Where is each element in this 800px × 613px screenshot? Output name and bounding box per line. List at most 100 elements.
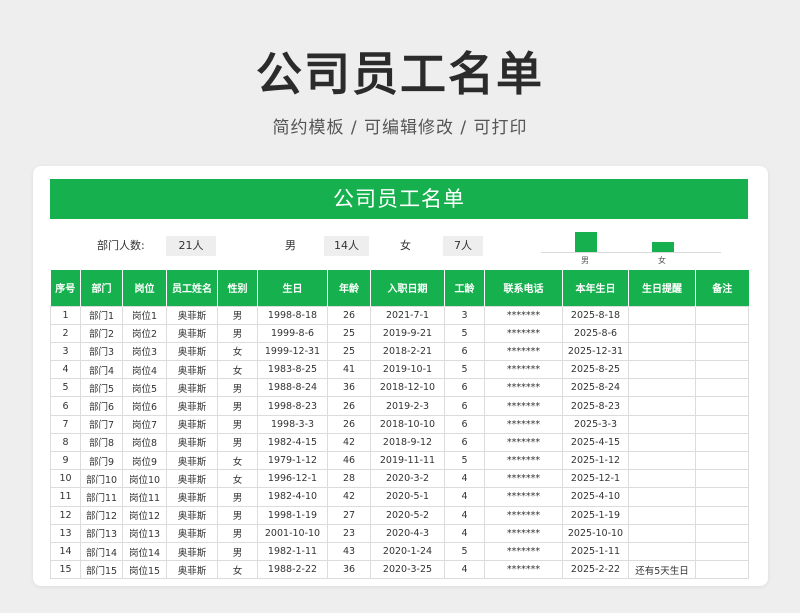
table-cell[interactable]: 部门4 (80, 360, 123, 380)
table-cell[interactable]: 3 (444, 305, 485, 325)
table-cell[interactable]: 26 (327, 305, 371, 325)
table-cell[interactable]: 还有5天生日 (628, 560, 696, 580)
table-cell[interactable]: 部门15 (80, 560, 123, 580)
table-cell[interactable]: 5 (444, 360, 485, 380)
table-cell[interactable] (695, 378, 749, 398)
table-cell[interactable]: 奥菲斯 (166, 305, 218, 325)
table-cell[interactable]: 8 (50, 432, 81, 453)
table-cell[interactable]: 男 (217, 305, 258, 325)
table-cell[interactable]: 部门8 (80, 432, 123, 453)
table-cell[interactable]: 26 (327, 414, 371, 434)
table-cell[interactable]: 男 (217, 505, 258, 525)
table-cell[interactable]: 部门13 (80, 523, 123, 543)
sheet-banner[interactable]: 公司员工名单 (50, 179, 748, 219)
table-cell[interactable] (628, 323, 696, 343)
table-cell[interactable]: 1996-12-1 (257, 469, 328, 489)
table-cell[interactable]: 岗位3 (122, 341, 167, 362)
table-cell[interactable]: 岗位15 (122, 560, 167, 580)
table-cell[interactable]: 奥菲斯 (166, 323, 218, 343)
table-cell[interactable]: 6 (50, 396, 81, 416)
table-cell[interactable]: 女 (217, 560, 258, 580)
table-cell[interactable]: 6 (444, 396, 485, 416)
column-header[interactable]: 本年生日 (562, 270, 629, 306)
table-cell[interactable]: ******* (484, 469, 563, 489)
column-header[interactable]: 工龄 (444, 270, 485, 306)
table-cell[interactable]: 男 (217, 323, 258, 343)
table-cell[interactable]: 奥菲斯 (166, 432, 218, 453)
table-cell[interactable]: 奥菲斯 (166, 523, 218, 543)
table-cell[interactable]: 25 (327, 323, 371, 343)
table-cell[interactable]: 2018-12-10 (370, 378, 445, 398)
table-cell[interactable]: 岗位11 (122, 487, 167, 507)
table-cell[interactable]: ******* (484, 341, 563, 362)
table-cell[interactable]: ******* (484, 560, 563, 580)
table-cell[interactable] (628, 450, 696, 471)
table-cell[interactable]: 5 (50, 378, 81, 398)
table-cell[interactable]: 女 (217, 469, 258, 489)
table-cell[interactable]: 42 (327, 432, 371, 453)
table-cell[interactable]: 部门9 (80, 450, 123, 471)
column-header[interactable]: 生日提醒 (628, 270, 696, 306)
table-cell[interactable]: 1998-8-18 (257, 305, 328, 325)
table-cell[interactable]: ******* (484, 360, 563, 380)
table-cell[interactable]: ******* (484, 414, 563, 434)
table-cell[interactable]: 27 (327, 505, 371, 525)
table-cell[interactable]: 1988-2-22 (257, 560, 328, 580)
table-cell[interactable]: 2025-8-6 (562, 323, 629, 343)
table-cell[interactable]: 2019-9-21 (370, 323, 445, 343)
table-cell[interactable]: 14 (50, 541, 81, 562)
table-cell[interactable]: 2018-10-10 (370, 414, 445, 434)
table-cell[interactable]: 奥菲斯 (166, 396, 218, 416)
table-cell[interactable]: 男 (217, 414, 258, 434)
table-cell[interactable]: 男 (217, 432, 258, 453)
table-cell[interactable]: 奥菲斯 (166, 469, 218, 489)
table-cell[interactable]: 2025-8-23 (562, 396, 629, 416)
table-cell[interactable]: 女 (217, 360, 258, 380)
column-header[interactable]: 年龄 (327, 270, 371, 306)
table-cell[interactable]: 男 (217, 378, 258, 398)
table-cell[interactable]: ******* (484, 378, 563, 398)
table-cell[interactable]: 10 (50, 469, 81, 489)
table-cell[interactable]: 2 (50, 323, 81, 343)
table-cell[interactable]: 6 (444, 432, 485, 453)
table-cell[interactable]: 2025-1-19 (562, 505, 629, 525)
table-cell[interactable]: 2018-9-12 (370, 432, 445, 453)
table-cell[interactable] (628, 305, 696, 325)
table-cell[interactable]: 2020-5-1 (370, 487, 445, 507)
table-cell[interactable]: 岗位1 (122, 305, 167, 325)
table-cell[interactable]: 6 (444, 341, 485, 362)
table-cell[interactable]: 1982-1-11 (257, 541, 328, 562)
table-cell[interactable]: 女 (217, 341, 258, 362)
table-cell[interactable]: ******* (484, 487, 563, 507)
column-header[interactable]: 入职日期 (370, 270, 445, 306)
table-cell[interactable]: 1982-4-15 (257, 432, 328, 453)
table-cell[interactable] (628, 360, 696, 380)
table-cell[interactable]: 15 (50, 560, 81, 580)
table-cell[interactable] (695, 396, 749, 416)
table-cell[interactable]: 岗位9 (122, 450, 167, 471)
table-cell[interactable]: 岗位10 (122, 469, 167, 489)
table-cell[interactable]: 女 (217, 450, 258, 471)
table-cell[interactable]: 岗位14 (122, 541, 167, 562)
table-cell[interactable]: 部门10 (80, 469, 123, 489)
column-header[interactable]: 部门 (80, 270, 123, 306)
table-cell[interactable]: 男 (217, 523, 258, 543)
table-cell[interactable]: 2020-3-2 (370, 469, 445, 489)
table-cell[interactable] (628, 432, 696, 453)
table-cell[interactable]: 奥菲斯 (166, 505, 218, 525)
table-cell[interactable] (695, 541, 749, 562)
column-header[interactable]: 联系电话 (484, 270, 563, 306)
table-cell[interactable] (695, 487, 749, 507)
table-cell[interactable]: 2025-8-25 (562, 360, 629, 380)
table-cell[interactable]: 2019-11-11 (370, 450, 445, 471)
table-cell[interactable]: 46 (327, 450, 371, 471)
table-cell[interactable]: 6 (444, 378, 485, 398)
table-cell[interactable]: 奥菲斯 (166, 360, 218, 380)
table-cell[interactable] (695, 360, 749, 380)
table-cell[interactable]: ******* (484, 523, 563, 543)
table-cell[interactable]: 5 (444, 450, 485, 471)
table-cell[interactable]: 42 (327, 487, 371, 507)
table-cell[interactable]: 2020-4-3 (370, 523, 445, 543)
table-cell[interactable] (695, 432, 749, 453)
table-cell[interactable]: 4 (50, 360, 81, 380)
